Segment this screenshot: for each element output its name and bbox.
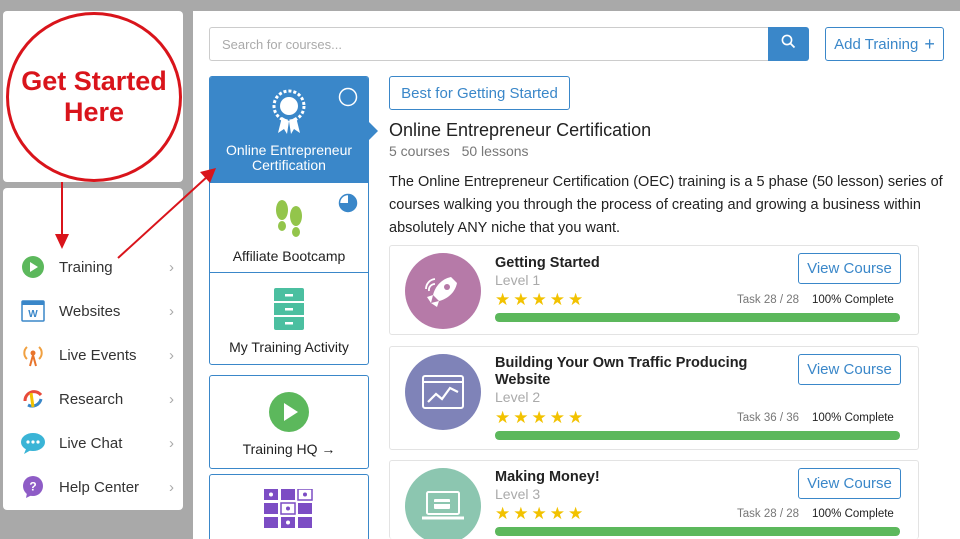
view-course-button[interactable]: View Course xyxy=(798,468,901,499)
course-title: Getting Started xyxy=(495,255,600,271)
sidebar-item-label: Research xyxy=(59,390,124,408)
sidebar-item-live-events[interactable]: Live Events › xyxy=(3,333,183,377)
page-title: Online Entrepreneur Certification xyxy=(389,120,652,140)
chevron-right-icon: › xyxy=(169,302,174,320)
award-ribbon-icon xyxy=(270,89,308,140)
course-title: Making Money! xyxy=(495,469,600,485)
svg-text:?: ? xyxy=(29,480,36,494)
add-training-label: Add Training xyxy=(834,35,919,53)
sidebar-nav: Training › W Websites › Live Events › Re… xyxy=(3,188,183,510)
search-button[interactable] xyxy=(768,27,809,61)
task-count: Task 28 / 28 xyxy=(737,294,800,306)
course-card: Building Your Own Traffic Producing Webs… xyxy=(389,346,919,450)
best-for-getting-started-button[interactable]: Best for Getting Started xyxy=(389,76,570,110)
chevron-right-icon: › xyxy=(169,478,174,496)
training-card-my-training-activity[interactable]: My Training Activity xyxy=(210,274,368,364)
training-card-label: Affiliate Bootcamp xyxy=(232,248,346,264)
rating-stars: ★★★★★ xyxy=(495,290,587,309)
sidebar-item-label: Help Center xyxy=(59,478,140,496)
website-icon: W xyxy=(20,298,46,324)
sidebar-item-label: Websites xyxy=(59,302,121,320)
training-description: The Online Entrepreneur Certification (O… xyxy=(389,174,943,236)
training-card-label: My Training Activity xyxy=(229,339,349,355)
view-course-button[interactable]: View Course xyxy=(798,253,901,284)
footprints-icon xyxy=(272,198,306,245)
view-course-button[interactable]: View Course xyxy=(798,354,901,385)
chevron-right-icon: › xyxy=(169,390,174,408)
course-title: Building Your Own Traffic Producing Webs… xyxy=(495,355,748,388)
training-card-label: Training HQ → xyxy=(242,441,336,457)
training-card-training-hq[interactable]: Training HQ → xyxy=(209,375,369,469)
broadcast-icon xyxy=(20,342,46,368)
sidebar-item-label: Training xyxy=(59,258,113,276)
svg-text:W: W xyxy=(28,309,38,320)
complete-label: 100% Complete xyxy=(812,294,894,306)
chevron-right-icon: › xyxy=(169,346,174,364)
research-icon xyxy=(20,386,46,412)
cabinet-icon xyxy=(274,288,304,335)
progress-fill xyxy=(495,313,900,322)
rocket-icon xyxy=(405,253,481,329)
training-card-label: Online Entrepreneur Certification xyxy=(225,142,353,173)
chart-window-icon xyxy=(405,354,481,430)
training-card-group: Online Entrepreneur Certification Affili… xyxy=(209,76,369,365)
sidebar-item-help-center[interactable]: ? Help Center › xyxy=(3,465,183,509)
complete-label: 100% Complete xyxy=(812,508,894,520)
course-card: Getting Started Level 1 ★★★★★ Task 28 / … xyxy=(389,245,919,335)
progress-bar xyxy=(495,313,900,322)
play-circle-icon xyxy=(20,254,46,280)
search-bar xyxy=(209,27,809,61)
sidebar-item-research[interactable]: Research › xyxy=(3,377,183,421)
progress-fill xyxy=(495,431,900,440)
play-circle-icon xyxy=(269,392,309,437)
search-icon xyxy=(781,34,796,54)
course-level: Level 1 xyxy=(495,272,541,288)
lessons-count: 50 lessons xyxy=(461,143,529,159)
callout-line-2: Here xyxy=(63,97,125,127)
laptop-payment-icon xyxy=(405,468,481,539)
help-icon: ? xyxy=(20,474,46,500)
progress-bar xyxy=(495,431,900,440)
course-meta: 5 courses 50 lessons xyxy=(389,143,537,159)
progress-ring-icon xyxy=(338,193,358,218)
sidebar-item-training[interactable]: Training › xyxy=(3,245,183,289)
task-count: Task 36 / 36 xyxy=(737,412,800,424)
chevron-right-icon: › xyxy=(169,258,174,276)
plus-icon: + xyxy=(924,33,935,54)
rating-stars: ★★★★★ xyxy=(495,408,587,427)
calendar-grid-icon xyxy=(264,488,314,534)
sidebar-item-label: Live Events xyxy=(59,346,137,364)
sidebar-item-live-chat[interactable]: Live Chat › xyxy=(3,421,183,465)
main-panel: Add Training + Online Entrepreneur Certi… xyxy=(193,11,960,539)
add-training-button[interactable]: Add Training + xyxy=(825,27,944,61)
get-started-callout: Get Started Here xyxy=(6,12,182,182)
chat-icon xyxy=(20,430,46,456)
course-level: Level 3 xyxy=(495,486,541,502)
training-card-partial[interactable] xyxy=(209,474,369,539)
progress-fill xyxy=(495,527,900,536)
sidebar-item-label: Live Chat xyxy=(59,434,123,452)
courses-count: 5 courses xyxy=(389,143,450,159)
task-count: Task 28 / 28 xyxy=(737,508,800,520)
training-card-affiliate-bootcamp[interactable]: Affiliate Bootcamp xyxy=(210,183,368,273)
chevron-right-icon: › xyxy=(169,434,174,452)
course-level: Level 2 xyxy=(495,389,541,405)
course-card: Making Money! Level 3 ★★★★★ Task 28 / 28… xyxy=(389,460,919,539)
sidebar-item-websites[interactable]: W Websites › xyxy=(3,289,183,333)
search-input[interactable] xyxy=(209,27,769,61)
callout-line-1: Get Started xyxy=(21,66,167,96)
progress-bar xyxy=(495,527,900,536)
rating-stars: ★★★★★ xyxy=(495,504,587,523)
complete-label: 100% Complete xyxy=(812,412,894,424)
training-card-oec[interactable]: Online Entrepreneur Certification xyxy=(210,77,368,183)
active-card-pointer xyxy=(369,122,378,140)
progress-ring-icon xyxy=(338,87,358,112)
